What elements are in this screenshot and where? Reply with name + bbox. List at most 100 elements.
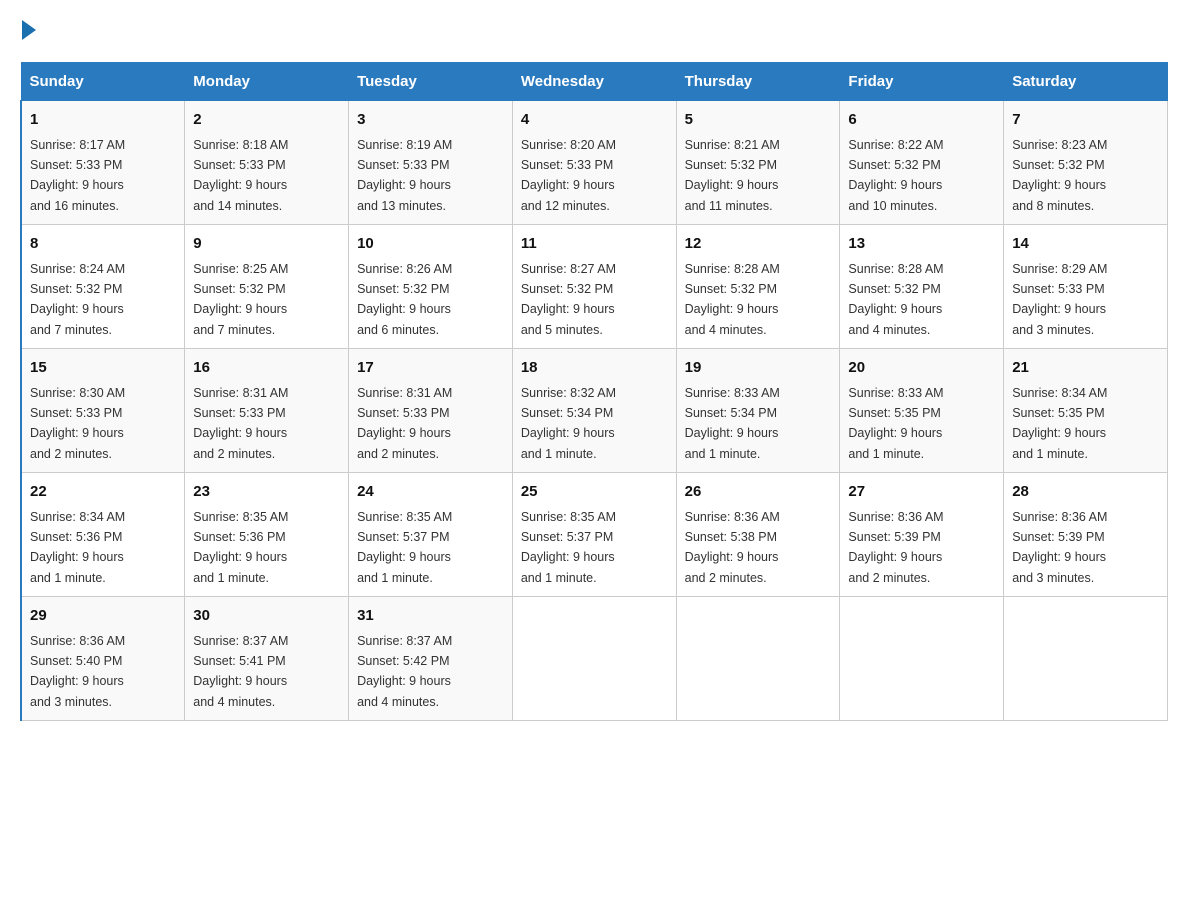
day-number: 16 <box>193 357 340 380</box>
day-number: 27 <box>848 481 995 504</box>
day-number: 8 <box>30 233 176 256</box>
day-info: Sunrise: 8:35 AMSunset: 5:37 PMDaylight:… <box>521 510 616 585</box>
table-row: 18 Sunrise: 8:32 AMSunset: 5:34 PMDaylig… <box>512 349 676 473</box>
day-number: 12 <box>685 233 832 256</box>
table-row: 12 Sunrise: 8:28 AMSunset: 5:32 PMDaylig… <box>676 225 840 349</box>
day-number: 9 <box>193 233 340 256</box>
day-number: 18 <box>521 357 668 380</box>
day-number: 23 <box>193 481 340 504</box>
day-number: 2 <box>193 109 340 132</box>
day-info: Sunrise: 8:18 AMSunset: 5:33 PMDaylight:… <box>193 138 288 213</box>
day-info: Sunrise: 8:31 AMSunset: 5:33 PMDaylight:… <box>357 386 452 461</box>
table-row: 8 Sunrise: 8:24 AMSunset: 5:32 PMDayligh… <box>21 225 185 349</box>
table-row <box>1004 597 1168 721</box>
calendar-week-row: 15 Sunrise: 8:30 AMSunset: 5:33 PMDaylig… <box>21 349 1168 473</box>
table-row: 31 Sunrise: 8:37 AMSunset: 5:42 PMDaylig… <box>349 597 513 721</box>
calendar-table: Sunday Monday Tuesday Wednesday Thursday… <box>20 62 1168 721</box>
day-info: Sunrise: 8:26 AMSunset: 5:32 PMDaylight:… <box>357 262 452 337</box>
day-info: Sunrise: 8:34 AMSunset: 5:36 PMDaylight:… <box>30 510 125 585</box>
day-info: Sunrise: 8:25 AMSunset: 5:32 PMDaylight:… <box>193 262 288 337</box>
day-info: Sunrise: 8:37 AMSunset: 5:41 PMDaylight:… <box>193 634 288 709</box>
table-row: 1 Sunrise: 8:17 AMSunset: 5:33 PMDayligh… <box>21 101 185 225</box>
table-row: 20 Sunrise: 8:33 AMSunset: 5:35 PMDaylig… <box>840 349 1004 473</box>
table-row: 4 Sunrise: 8:20 AMSunset: 5:33 PMDayligh… <box>512 101 676 225</box>
calendar-week-row: 29 Sunrise: 8:36 AMSunset: 5:40 PMDaylig… <box>21 597 1168 721</box>
table-row: 5 Sunrise: 8:21 AMSunset: 5:32 PMDayligh… <box>676 101 840 225</box>
day-info: Sunrise: 8:35 AMSunset: 5:37 PMDaylight:… <box>357 510 452 585</box>
table-row: 30 Sunrise: 8:37 AMSunset: 5:41 PMDaylig… <box>185 597 349 721</box>
day-number: 24 <box>357 481 504 504</box>
day-number: 17 <box>357 357 504 380</box>
day-number: 3 <box>357 109 504 132</box>
logo <box>20 20 36 42</box>
table-row <box>676 597 840 721</box>
day-number: 7 <box>1012 109 1159 132</box>
day-info: Sunrise: 8:34 AMSunset: 5:35 PMDaylight:… <box>1012 386 1107 461</box>
calendar-week-row: 22 Sunrise: 8:34 AMSunset: 5:36 PMDaylig… <box>21 473 1168 597</box>
table-row: 3 Sunrise: 8:19 AMSunset: 5:33 PMDayligh… <box>349 101 513 225</box>
table-row: 11 Sunrise: 8:27 AMSunset: 5:32 PMDaylig… <box>512 225 676 349</box>
table-row <box>512 597 676 721</box>
calendar-week-row: 1 Sunrise: 8:17 AMSunset: 5:33 PMDayligh… <box>21 101 1168 225</box>
day-number: 31 <box>357 605 504 628</box>
table-row: 14 Sunrise: 8:29 AMSunset: 5:33 PMDaylig… <box>1004 225 1168 349</box>
day-info: Sunrise: 8:37 AMSunset: 5:42 PMDaylight:… <box>357 634 452 709</box>
table-row: 17 Sunrise: 8:31 AMSunset: 5:33 PMDaylig… <box>349 349 513 473</box>
day-info: Sunrise: 8:36 AMSunset: 5:39 PMDaylight:… <box>848 510 943 585</box>
table-row: 27 Sunrise: 8:36 AMSunset: 5:39 PMDaylig… <box>840 473 1004 597</box>
day-info: Sunrise: 8:22 AMSunset: 5:32 PMDaylight:… <box>848 138 943 213</box>
day-number: 22 <box>30 481 176 504</box>
table-row: 23 Sunrise: 8:35 AMSunset: 5:36 PMDaylig… <box>185 473 349 597</box>
table-row: 29 Sunrise: 8:36 AMSunset: 5:40 PMDaylig… <box>21 597 185 721</box>
day-info: Sunrise: 8:32 AMSunset: 5:34 PMDaylight:… <box>521 386 616 461</box>
table-row: 15 Sunrise: 8:30 AMSunset: 5:33 PMDaylig… <box>21 349 185 473</box>
day-info: Sunrise: 8:31 AMSunset: 5:33 PMDaylight:… <box>193 386 288 461</box>
day-info: Sunrise: 8:36 AMSunset: 5:40 PMDaylight:… <box>30 634 125 709</box>
day-info: Sunrise: 8:28 AMSunset: 5:32 PMDaylight:… <box>685 262 780 337</box>
logo-triangle-icon <box>22 20 36 40</box>
day-info: Sunrise: 8:33 AMSunset: 5:35 PMDaylight:… <box>848 386 943 461</box>
table-row: 25 Sunrise: 8:35 AMSunset: 5:37 PMDaylig… <box>512 473 676 597</box>
col-sunday: Sunday <box>21 63 185 101</box>
day-info: Sunrise: 8:36 AMSunset: 5:39 PMDaylight:… <box>1012 510 1107 585</box>
table-row: 16 Sunrise: 8:31 AMSunset: 5:33 PMDaylig… <box>185 349 349 473</box>
day-number: 6 <box>848 109 995 132</box>
day-info: Sunrise: 8:17 AMSunset: 5:33 PMDaylight:… <box>30 138 125 213</box>
day-number: 19 <box>685 357 832 380</box>
day-info: Sunrise: 8:29 AMSunset: 5:33 PMDaylight:… <box>1012 262 1107 337</box>
calendar-week-row: 8 Sunrise: 8:24 AMSunset: 5:32 PMDayligh… <box>21 225 1168 349</box>
day-number: 13 <box>848 233 995 256</box>
table-row: 10 Sunrise: 8:26 AMSunset: 5:32 PMDaylig… <box>349 225 513 349</box>
col-monday: Monday <box>185 63 349 101</box>
day-number: 10 <box>357 233 504 256</box>
logo-blue-part <box>20 20 36 42</box>
table-row: 28 Sunrise: 8:36 AMSunset: 5:39 PMDaylig… <box>1004 473 1168 597</box>
day-number: 4 <box>521 109 668 132</box>
table-row <box>840 597 1004 721</box>
day-info: Sunrise: 8:19 AMSunset: 5:33 PMDaylight:… <box>357 138 452 213</box>
day-info: Sunrise: 8:36 AMSunset: 5:38 PMDaylight:… <box>685 510 780 585</box>
table-row: 6 Sunrise: 8:22 AMSunset: 5:32 PMDayligh… <box>840 101 1004 225</box>
day-info: Sunrise: 8:20 AMSunset: 5:33 PMDaylight:… <box>521 138 616 213</box>
day-info: Sunrise: 8:21 AMSunset: 5:32 PMDaylight:… <box>685 138 780 213</box>
col-friday: Friday <box>840 63 1004 101</box>
table-row: 19 Sunrise: 8:33 AMSunset: 5:34 PMDaylig… <box>676 349 840 473</box>
calendar-header-row: Sunday Monday Tuesday Wednesday Thursday… <box>21 63 1168 101</box>
table-row: 22 Sunrise: 8:34 AMSunset: 5:36 PMDaylig… <box>21 473 185 597</box>
day-info: Sunrise: 8:28 AMSunset: 5:32 PMDaylight:… <box>848 262 943 337</box>
page-header <box>20 20 1168 42</box>
day-number: 21 <box>1012 357 1159 380</box>
day-info: Sunrise: 8:27 AMSunset: 5:32 PMDaylight:… <box>521 262 616 337</box>
day-info: Sunrise: 8:24 AMSunset: 5:32 PMDaylight:… <box>30 262 125 337</box>
table-row: 26 Sunrise: 8:36 AMSunset: 5:38 PMDaylig… <box>676 473 840 597</box>
day-number: 30 <box>193 605 340 628</box>
day-info: Sunrise: 8:33 AMSunset: 5:34 PMDaylight:… <box>685 386 780 461</box>
day-number: 11 <box>521 233 668 256</box>
day-number: 1 <box>30 109 176 132</box>
day-info: Sunrise: 8:35 AMSunset: 5:36 PMDaylight:… <box>193 510 288 585</box>
col-tuesday: Tuesday <box>349 63 513 101</box>
table-row: 2 Sunrise: 8:18 AMSunset: 5:33 PMDayligh… <box>185 101 349 225</box>
day-number: 5 <box>685 109 832 132</box>
day-number: 20 <box>848 357 995 380</box>
table-row: 13 Sunrise: 8:28 AMSunset: 5:32 PMDaylig… <box>840 225 1004 349</box>
